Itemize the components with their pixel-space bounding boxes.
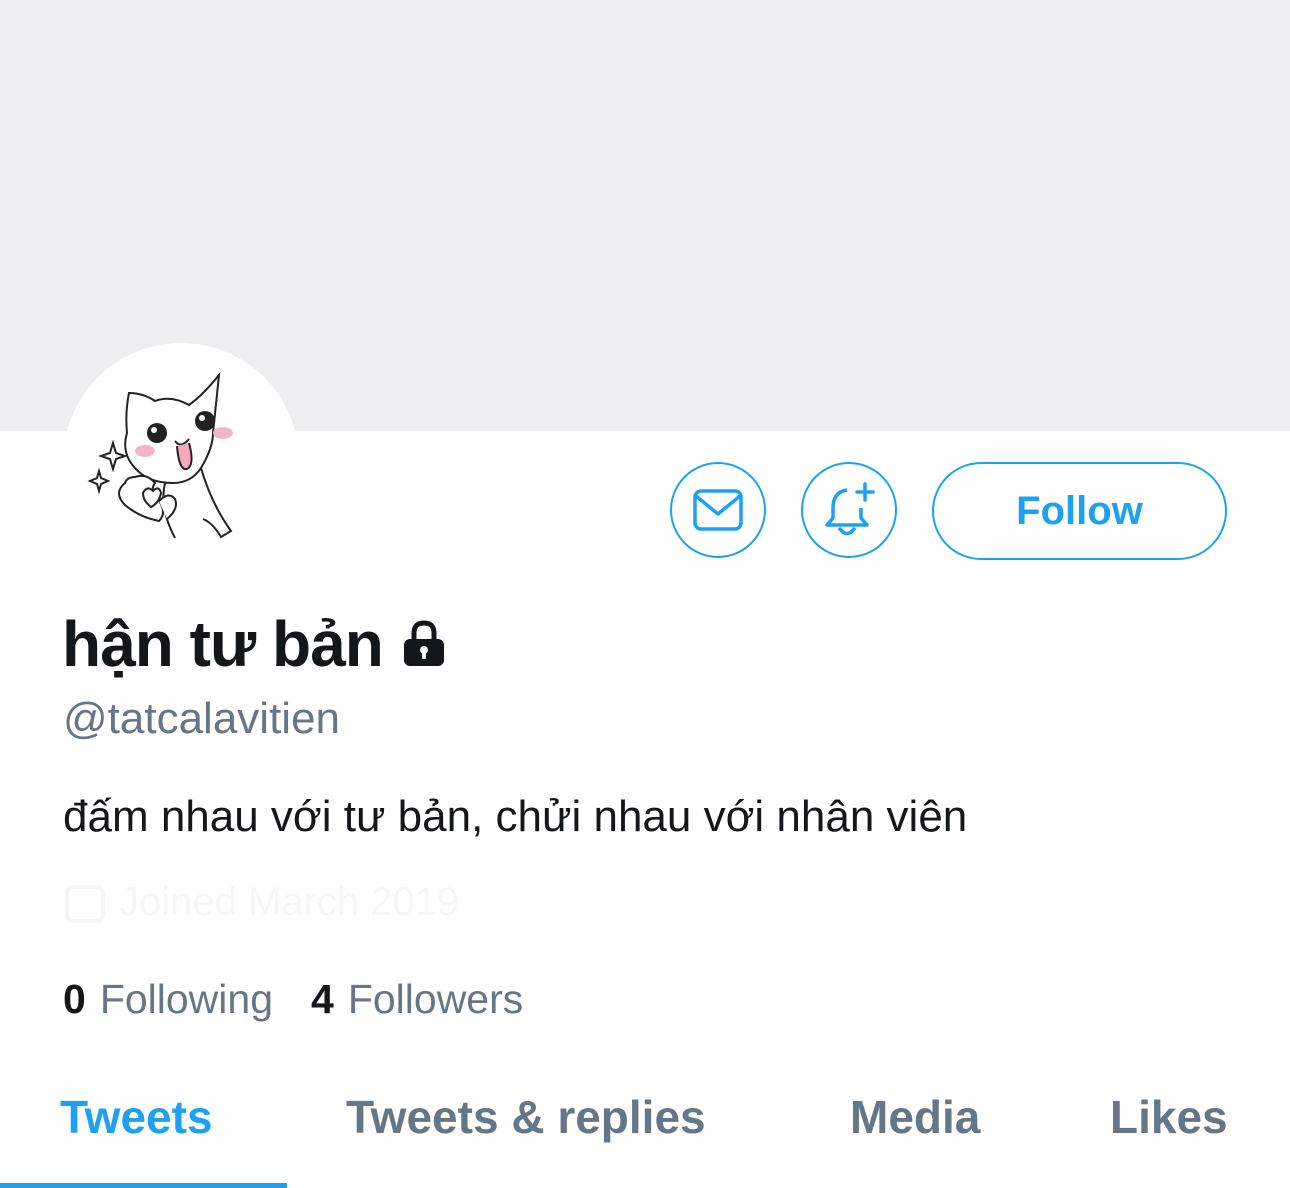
- joined-date-text: Joined March 2019: [119, 880, 460, 924]
- profile-name-row: hận tư bản: [62, 604, 449, 684]
- profile-stats: 0 Following 4 Followers: [63, 976, 561, 1023]
- followers-stat[interactable]: 4 Followers: [311, 976, 523, 1023]
- profile-page: Follow hận tư bản @tatcalavitien đấm nha…: [0, 0, 1290, 1188]
- following-stat[interactable]: 0 Following: [63, 976, 273, 1023]
- tab-tweets-replies[interactable]: Tweets & replies: [346, 1090, 706, 1144]
- lock-icon: [399, 619, 449, 669]
- notifications-button[interactable]: [801, 462, 897, 558]
- calendar-icon: [65, 884, 105, 923]
- mail-icon: [693, 489, 743, 531]
- tab-media[interactable]: Media: [850, 1090, 980, 1144]
- follow-button[interactable]: Follow: [932, 462, 1227, 560]
- following-count: 0: [63, 976, 86, 1022]
- message-button[interactable]: [670, 462, 766, 558]
- bell-plus-icon: [825, 482, 875, 536]
- tab-likes[interactable]: Likes: [1110, 1090, 1228, 1144]
- following-label: Following: [99, 976, 274, 1022]
- joined-date: Joined March 2019: [63, 880, 459, 925]
- cat-heart-avatar-icon: [87, 371, 233, 539]
- profile-tabs: Tweets Tweets & replies Media Likes: [0, 1070, 1290, 1188]
- profile-bio: đấm nhau với tư bản, chửi nhau với nhân …: [63, 792, 968, 841]
- followers-count: 4: [311, 976, 334, 1022]
- profile-avatar[interactable]: [63, 343, 299, 579]
- tab-tweets[interactable]: Tweets: [60, 1090, 213, 1144]
- display-name: hận tư bản: [62, 608, 384, 680]
- follow-button-label: Follow: [1016, 488, 1143, 533]
- profile-handle: @tatcalavitien: [63, 694, 341, 743]
- followers-label: Followers: [347, 976, 524, 1022]
- active-tab-indicator: [0, 1183, 287, 1188]
